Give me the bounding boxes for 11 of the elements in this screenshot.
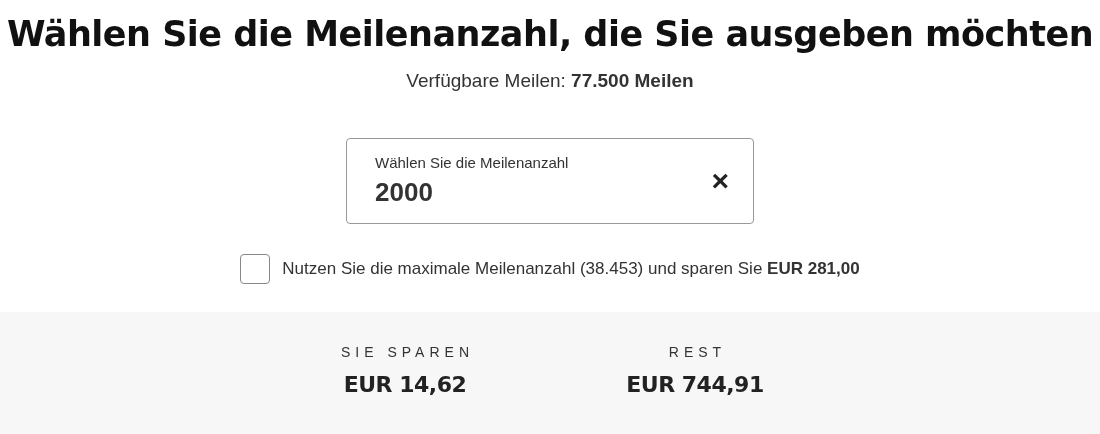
max-miles-checkbox[interactable] (240, 254, 271, 284)
summary-label: REST (668, 344, 727, 360)
page-title: Wählen Sie die Meilenanzahl, die Sie ausgeben möchten (6, 14, 1094, 54)
summary-value: EUR 744,91 (626, 372, 764, 397)
max-miles-label: Nutzen Sie die maximale Meilenanzahl (38.453) und sparen Sie EUR 281,00 (282, 259, 860, 279)
available-miles: Verfügbare Meilen: 77.500 Meilen (406, 70, 694, 92)
field-label: Wählen Sie die Meilenanzahl (375, 154, 569, 171)
summary-value: EUR 14,62 (343, 372, 467, 397)
clear-button[interactable]: × (711, 166, 729, 196)
miles-field[interactable]: Wählen Sie die Meilenanzahl 2000 × (346, 138, 754, 224)
summary-label: SIE SPAREN (341, 344, 474, 360)
